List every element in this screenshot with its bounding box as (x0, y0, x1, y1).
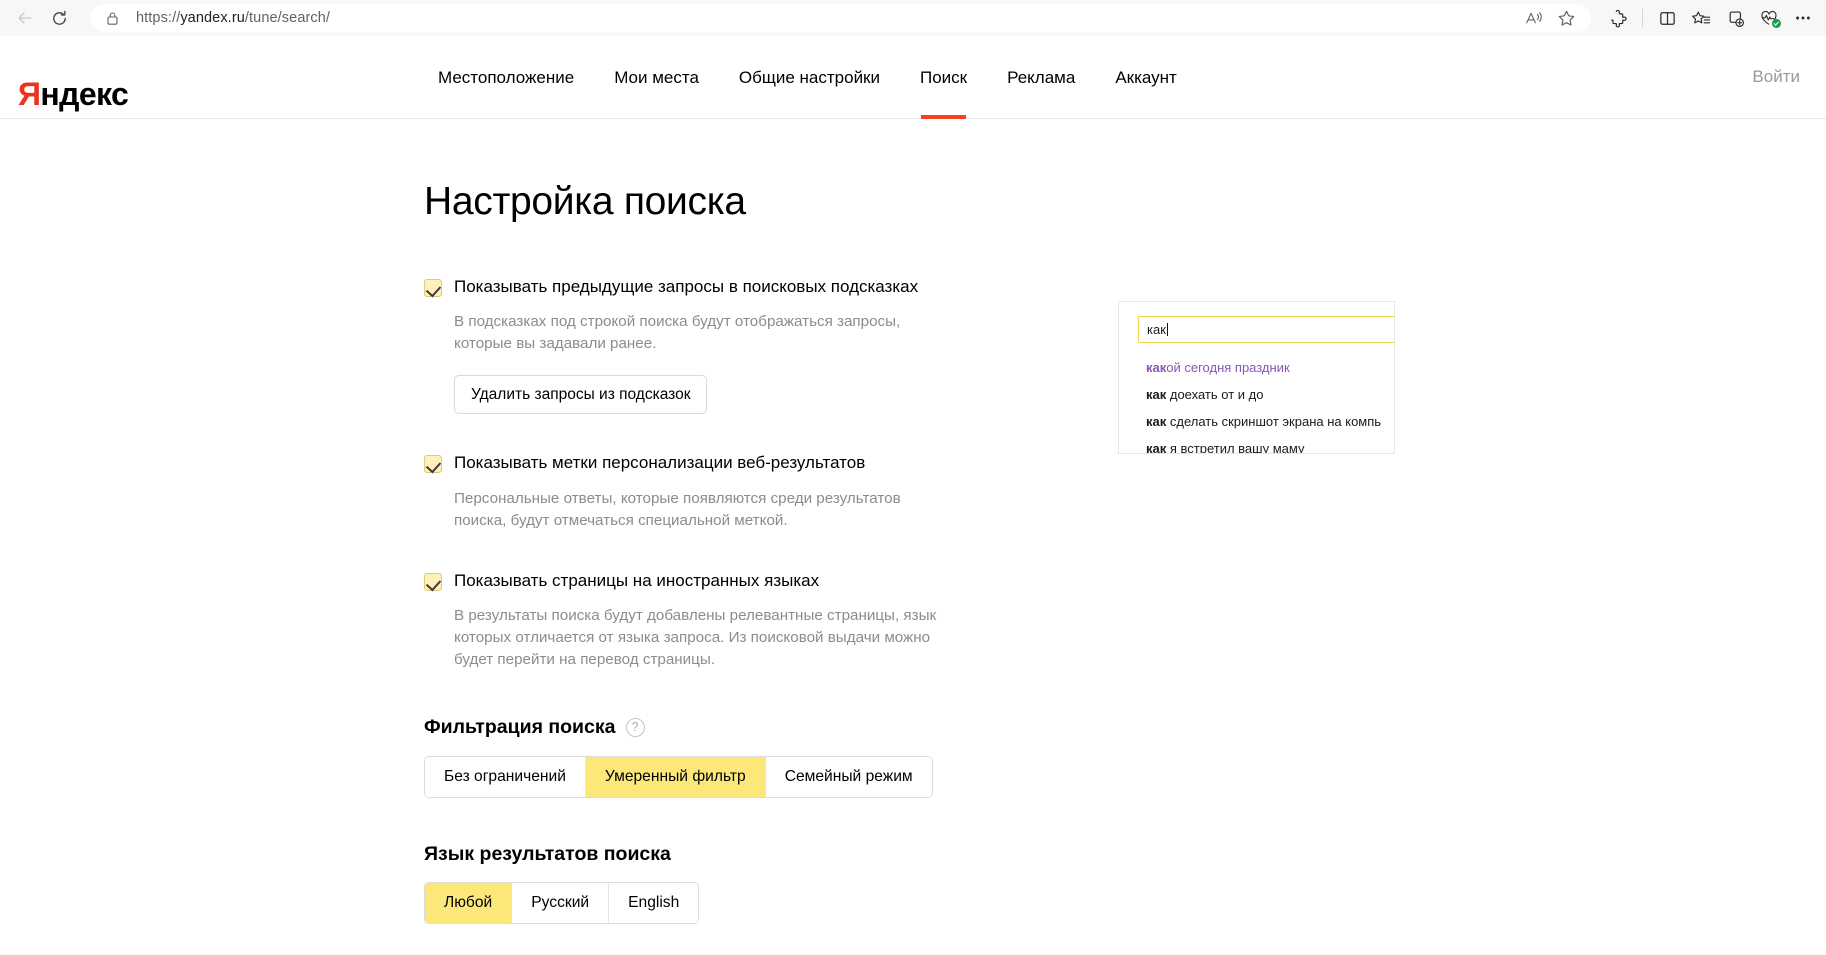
extensions-button[interactable] (1603, 4, 1633, 32)
search-language-heading: Язык результатов поиска (424, 844, 1826, 865)
setting-row[interactable]: Показывать метки персонализации веб-резу… (424, 452, 1826, 473)
search-filter-heading: Фильтрация поиска ? (424, 717, 1826, 738)
filter-option-no-restrictions[interactable]: Без ограничений (425, 757, 586, 797)
checkbox-personalization-labels[interactable] (424, 455, 442, 473)
nav-item-location[interactable]: Местоположение (418, 36, 594, 119)
suggestion-prefix: как (1146, 441, 1166, 454)
preview-search-value: как (1147, 323, 1166, 336)
setting-label: Показывать страницы на иностранных языка… (454, 570, 819, 591)
delete-queries-button[interactable]: Удалить запросы из подсказок (454, 375, 707, 414)
toolbar-divider (1642, 9, 1643, 27)
preview-search-input[interactable]: как (1138, 316, 1395, 343)
star-icon (1557, 9, 1576, 28)
split-screen-button[interactable] (1652, 4, 1682, 32)
split-screen-icon (1658, 9, 1677, 28)
setting-personalization-labels: Показывать метки персонализации веб-резу… (424, 452, 1826, 531)
browser-toolbar: https://yandex.ru/tune/search/ (0, 0, 1826, 36)
yandex-logo[interactable]: Яндекс (18, 78, 128, 110)
setting-row[interactable]: Показывать страницы на иностранных языка… (424, 570, 1826, 591)
omnibox-actions (1519, 4, 1581, 32)
help-icon[interactable]: ? (626, 718, 645, 737)
favorite-button[interactable] (1551, 4, 1581, 32)
filter-option-moderate[interactable]: Умеренный фильтр (586, 757, 766, 797)
site-information-icon[interactable] (100, 8, 124, 28)
lock-icon (106, 11, 119, 26)
nav-item-search[interactable]: Поиск (900, 36, 987, 119)
login-link[interactable]: Войти (1752, 67, 1800, 87)
setting-description: В результаты поиска будут добавлены реле… (454, 605, 944, 671)
suggestion-prefix: как (1146, 414, 1166, 429)
more-dots-icon (1794, 9, 1812, 27)
language-option-any[interactable]: Любой (425, 883, 512, 923)
nav-item-advertising[interactable]: Реклама (987, 36, 1095, 119)
section-title: Язык результатов поиска (424, 844, 671, 865)
add-tab-icon (1726, 9, 1745, 28)
setting-label: Показывать предыдущие запросы в поисковы… (454, 276, 918, 297)
suggestion-prefix: как (1146, 360, 1166, 375)
suggestion-item[interactable]: какой сегодня праздник (1146, 354, 1394, 381)
read-aloud-button[interactable] (1519, 4, 1549, 32)
language-option-english[interactable]: English (609, 883, 698, 923)
suggestion-rest: доехать от и до (1166, 387, 1263, 402)
logo-ya: Я (18, 76, 40, 112)
suggestion-item[interactable]: как доехать от и до (1146, 381, 1394, 408)
read-aloud-icon (1525, 10, 1544, 27)
section-title: Фильтрация поиска (424, 717, 616, 738)
text-caret (1167, 323, 1168, 336)
preview-suggestion-list: какой сегодня праздник как доехать от и … (1146, 354, 1394, 454)
suggestion-rest: сделать скриншот экрана на компь (1166, 414, 1381, 429)
setting-foreign-language-pages: Показывать страницы на иностранных языка… (424, 570, 1826, 671)
page-body: Яндекс Местоположение Мои места Общие на… (0, 36, 1826, 955)
suggestion-item[interactable]: как сделать скриншот экрана на компь (1146, 408, 1394, 435)
search-filter-segmented-control: Без ограничений Умеренный фильтр Семейны… (424, 756, 933, 798)
url-text: https://yandex.ru/tune/search/ (136, 10, 330, 26)
search-filter-section: Фильтрация поиска ? Без ограничений Умер… (424, 717, 1826, 798)
reload-button[interactable] (42, 4, 76, 32)
language-option-russian[interactable]: Русский (512, 883, 609, 923)
suggestion-rest: ой сегодня праздник (1166, 360, 1289, 375)
checkbox-foreign-language-pages[interactable] (424, 573, 442, 591)
nav-item-general-settings[interactable]: Общие настройки (719, 36, 900, 119)
site-header: Яндекс Местоположение Мои места Общие на… (0, 36, 1826, 119)
suggestion-item[interactable]: как я встретил вашу маму (1146, 435, 1394, 454)
nav-item-my-places[interactable]: Мои места (594, 36, 719, 119)
setting-description: Персональные ответы, которые появляются … (454, 488, 954, 532)
puzzle-icon (1609, 9, 1628, 28)
search-language-section: Язык результатов поиска Любой Русский En… (424, 844, 1826, 923)
essentials-status-dot (1772, 19, 1781, 28)
suggestion-prefix: как (1146, 387, 1166, 402)
back-arrow-icon (16, 9, 34, 27)
main-navigation: Местоположение Мои места Общие настройки… (418, 36, 1197, 119)
checkbox-previous-queries[interactable] (424, 279, 442, 297)
settings-and-more-button[interactable] (1788, 4, 1818, 32)
setting-row[interactable]: Показывать предыдущие запросы в поисковы… (424, 276, 1826, 297)
page-title: Настройка поиска (424, 181, 1826, 224)
collections-icon (1691, 9, 1711, 28)
add-tab-button[interactable] (1720, 4, 1750, 32)
browser-essentials-button[interactable] (1754, 4, 1784, 32)
search-suggestions-preview: как какой сегодня праздник как доехать о… (1118, 301, 1395, 454)
setting-description: В подсказках под строкой поиска будут от… (454, 311, 954, 355)
reload-icon (50, 9, 69, 28)
back-button[interactable] (8, 4, 42, 32)
setting-label: Показывать метки персонализации веб-резу… (454, 452, 865, 473)
search-language-segmented-control: Любой Русский English (424, 882, 699, 924)
logo-ndeks: ндекс (40, 76, 128, 112)
main-content: Настройка поиска Показывать предыдущие з… (0, 119, 1826, 924)
collections-button[interactable] (1686, 4, 1716, 32)
nav-item-account[interactable]: Аккаунт (1095, 36, 1197, 119)
browser-toolbar-actions (1599, 4, 1818, 32)
address-bar[interactable]: https://yandex.ru/tune/search/ (90, 4, 1591, 32)
suggestion-rest: я встретил вашу маму (1166, 441, 1304, 454)
filter-option-family[interactable]: Семейный режим (766, 757, 932, 797)
